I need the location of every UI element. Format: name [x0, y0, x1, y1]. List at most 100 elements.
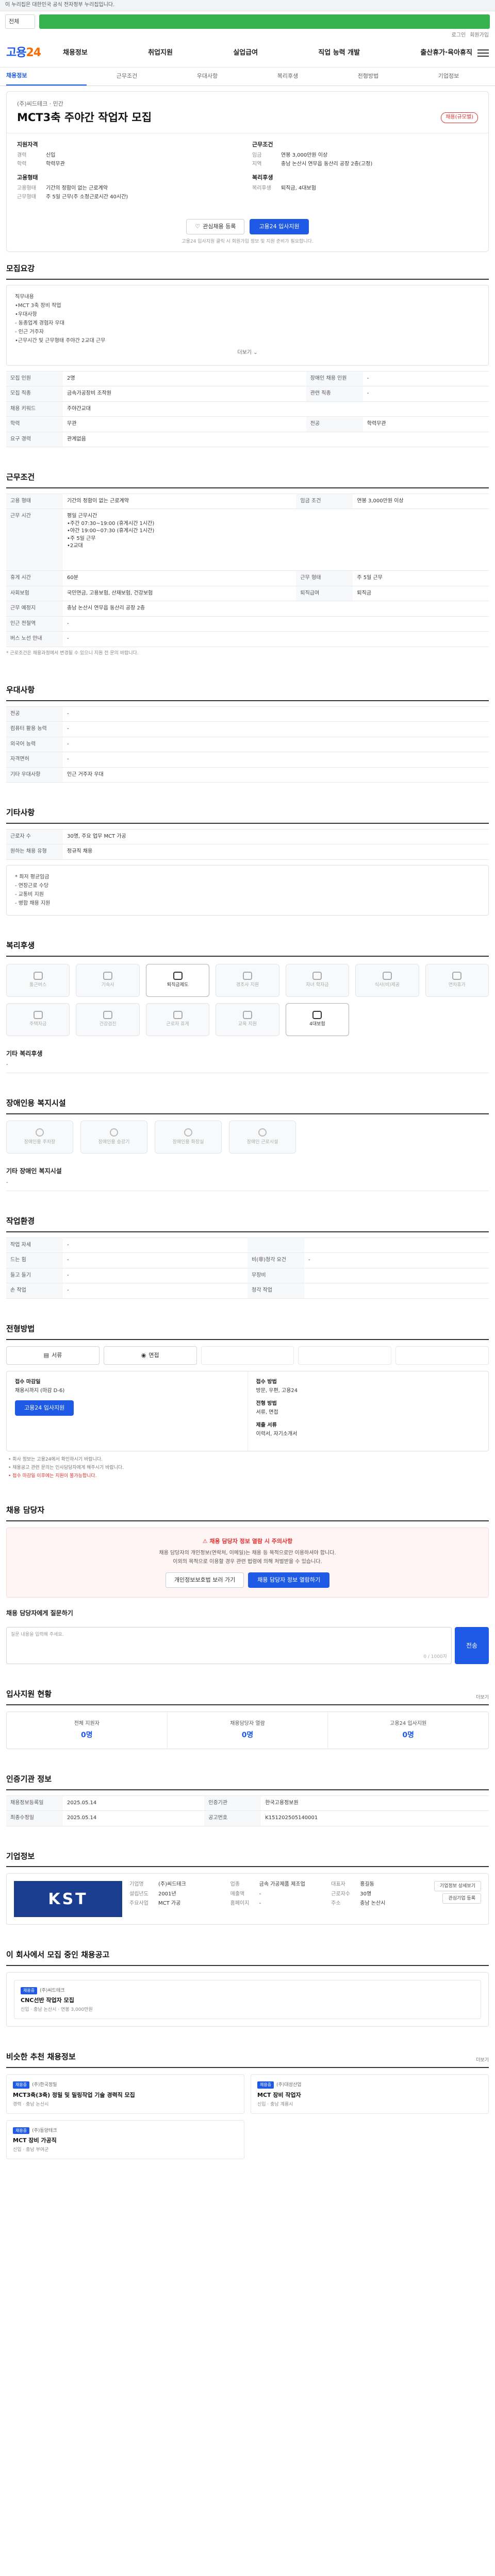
tab-recruit[interactable]: 채용정보 — [6, 67, 87, 86]
site-logo[interactable]: 고용24 — [6, 45, 63, 61]
gnb-item-training[interactable]: 직업 능력 개발 — [318, 48, 360, 58]
welfare-grid: 통근버스 기숙사 퇴직금제도 경조사 지원 자녀 학자금 식사(비)제공 연차휴가 주택자금 건… — [6, 963, 489, 1036]
gnb-item-support[interactable]: 취업지원 — [148, 48, 173, 58]
stats-section: 입사지원 현황더보기 전체 지원자 0명 채용담당자 열람 0명 고용24 입사지원… — [6, 1685, 489, 1749]
welfare-icon — [103, 1011, 113, 1020]
company-box: KST 기업명 (주)씨드테크 업종 금속 가공제품 제조업 대표자 홍길동 설립년도… — [6, 1873, 489, 1925]
access-section: 장애인용 복지시설 장애인용 주차장 장애인용 승강기 장애인용 화장실 장애인… — [6, 1094, 489, 1192]
recruit-section: 모집요강 직무내용 •MCT 3축 장비 작업 •우대사항 - 동종업계 경험자 우… — [6, 259, 489, 448]
access-item: 장애인용 주차장 — [6, 1121, 73, 1154]
inquiry-textarea[interactable]: 질문 내용을 입력해 주세요. 0 / 1000자 — [6, 1627, 452, 1665]
welfare-icon — [33, 1011, 43, 1020]
welfare-label: 자녀 학자금 — [306, 982, 329, 988]
warning-icon: ⚠ — [202, 1537, 208, 1545]
view-contact-button[interactable]: 채용 담당자 정보 열람하기 — [248, 1572, 330, 1588]
hamburger-menu-icon[interactable] — [477, 49, 489, 57]
inquiry-title: 채용 담당자에게 질문하기 — [6, 1609, 73, 1617]
welfare-icon — [382, 972, 392, 980]
env-table: 작업 자세 - 드는 힘 - 비(非)청각 요건 - 들고 들기 - 무장비 손 작업 - 청각… — [6, 1237, 489, 1299]
privacy-law-button[interactable]: 개인정보보호법 보러 가기 — [165, 1572, 244, 1588]
stats-title: 입사지원 현황 — [6, 1689, 52, 1699]
access-etc-title: 기타 장애인 복지시설 — [6, 1167, 62, 1175]
login-link[interactable]: 로그인 — [452, 32, 466, 40]
more-button[interactable]: 더보기 ⌄ — [15, 345, 480, 358]
env-section: 작업환경 작업 자세 - 드는 힘 - 비(非)청각 요건 - 들고 들기 - 무장비 손 … — [6, 1212, 489, 1299]
gov-banner: 이 누리집은 대한민국 공식 전자정부 누리집입니다. — [0, 0, 495, 11]
similar-more-link[interactable]: 더보기 — [476, 2057, 489, 2067]
access-etc: - — [6, 1179, 489, 1192]
summary-qual-title: 지원자격 — [17, 141, 38, 148]
recruit-title: 모집요강 — [6, 259, 489, 280]
job-card[interactable]: 채용중 (주)동양테크 MCT 장비 가공직 신입 · 충남 부여군 — [6, 2120, 244, 2159]
conditions-note: * 근로조건은 채용과정에서 변경될 수 있으니 지원 전 문의 바랍니다. — [6, 650, 139, 656]
job-card[interactable]: 채용중 (주)씨드테크 CNC선반 작업자 모집 신입 · 충남 논산시 · 연봉… — [14, 1980, 481, 2020]
other-title: 기타사항 — [6, 803, 489, 824]
access-item: 장애인 근로시설 — [229, 1121, 296, 1154]
person-icon: ◉ — [141, 1351, 146, 1359]
welfare-icon — [173, 972, 183, 980]
step-item — [395, 1346, 489, 1365]
summary-employment-title: 고용형태 — [17, 174, 38, 181]
welfare-label: 교육 지원 — [238, 1022, 257, 1027]
welfare-etc-title: 기타 복리후생 — [6, 1049, 43, 1057]
company-logo: KST — [14, 1881, 122, 1918]
access-item: 장애인용 화장실 — [155, 1121, 222, 1154]
welfare-item: 교육 지원 — [216, 1003, 279, 1036]
tab-preference[interactable]: 우대사항 — [167, 67, 248, 86]
reco-section: 이 회사에서 모집 중인 채용공고 채용중 (주)씨드테크 CNC선반 작업자 모… — [6, 1945, 489, 2027]
job-card[interactable]: 채용중 (주)한국정밀 MCT3축(3축) 정밀 및 밀링작업 기술 경력직 모집 경… — [6, 2074, 244, 2114]
welfare-icon — [103, 972, 113, 980]
chevron-down-icon: ⌄ — [253, 349, 258, 355]
util-links: 로그인 회원가입 — [0, 32, 495, 40]
pref-title: 우대사항 — [6, 681, 489, 701]
tab-company[interactable]: 기업정보 — [408, 67, 489, 86]
stats-box: 전체 지원자 0명 채용담당자 열람 0명 고용24 입사지원 0명 — [6, 1711, 489, 1749]
join-link[interactable]: 회원가입 — [470, 32, 489, 40]
pref-table: 전공 - 컴퓨터 활용 능력 - 외국어 능력 - 자격면허 - 기타 우대사항 인근 거… — [6, 706, 489, 783]
apply-note: 고용24 입사지원 클릭 시 회원가입 정보 및 지원 준비가 필요합니다. — [182, 239, 314, 244]
other-table: 근로자 수 30명, 주요 업무 MCT 가공 원하는 채용 유형 정규직 채용 — [6, 828, 489, 860]
gnb-item-leave[interactable]: 출산휴가·육아휴직 — [420, 48, 472, 58]
gnb-item-jobs[interactable]: 채용정보 — [63, 48, 88, 58]
welfare-title: 복리후생 — [6, 936, 489, 957]
company-name[interactable]: (주)씨드테크 · 민간 — [17, 100, 478, 108]
search-scope-select[interactable]: 전체 — [5, 14, 35, 29]
welfare-label: 연차휴가 — [448, 982, 466, 988]
deadline: 채용시까지 (마감 D-6) — [15, 1388, 65, 1394]
gnb-item-benefits[interactable]: 실업급여 — [233, 48, 258, 58]
job-card[interactable]: 채용중 (주)대성산업 MCT 장비 작업자 신입 · 충남 계룡시 — [251, 2074, 489, 2114]
env-title: 작업환경 — [6, 1212, 489, 1232]
company-follow-button[interactable]: 관심기업 등록 — [442, 1893, 481, 1904]
info-title: 인증기관 정보 — [6, 1770, 489, 1790]
welfare-label: 식사(비)제공 — [374, 982, 400, 988]
status-badge: 채용(규모별) — [441, 112, 478, 123]
welfare-item: 근로자 휴게 — [145, 1003, 210, 1036]
scrap-button[interactable]: ♡ 관심채용 등록 — [186, 218, 245, 234]
process-title: 전형방법 — [6, 1319, 489, 1340]
welfare-item: 기숙사 — [76, 963, 140, 997]
welfare-icon — [33, 972, 43, 980]
inquiry-submit-button[interactable]: 전송 — [455, 1627, 489, 1665]
apply-button-2[interactable]: 고용24 입사지원 — [15, 1400, 74, 1416]
apply-box: 접수 마감일 채용시까지 (마감 D-6) 고용24 입사지원 접수 방법 방문… — [6, 1370, 489, 1451]
reco-title: 이 회사에서 모집 중인 채용공고 — [6, 1945, 489, 1967]
search-input[interactable] — [39, 14, 490, 29]
welfare-label: 4대보험 — [309, 1022, 325, 1027]
step-item — [201, 1346, 294, 1365]
stats-more-link[interactable]: 더보기 — [476, 1694, 489, 1704]
welfare-icon — [452, 972, 462, 980]
other-section: 기타사항 근로자 수 30명, 주요 업무 MCT 가공 원하는 채용 유형 정규직… — [6, 803, 489, 916]
welfare-item: 자녀 학자금 — [285, 963, 350, 997]
tab-conditions[interactable]: 근무조건 — [87, 67, 167, 86]
tab-process[interactable]: 전형방법 — [328, 67, 408, 86]
access-grid: 장애인용 주차장 장애인용 승강기 장애인용 화장실 장애인 근로시설 — [6, 1121, 489, 1154]
tab-welfare[interactable]: 복리후생 — [248, 67, 328, 86]
welfare-label: 통근버스 — [29, 982, 47, 988]
welfare-item: 연차휴가 — [425, 963, 489, 997]
conditions-title: 근무조건 — [6, 468, 489, 488]
apply-button[interactable]: 고용24 입사지원 — [250, 218, 309, 234]
welfare-item: 통근버스 — [6, 963, 70, 997]
company-detail-button[interactable]: 기업정보 상세보기 — [434, 1881, 481, 1892]
similar-title: 비슷한 추천 채용정보 — [6, 2052, 76, 2062]
welfare-icon — [312, 1011, 322, 1020]
